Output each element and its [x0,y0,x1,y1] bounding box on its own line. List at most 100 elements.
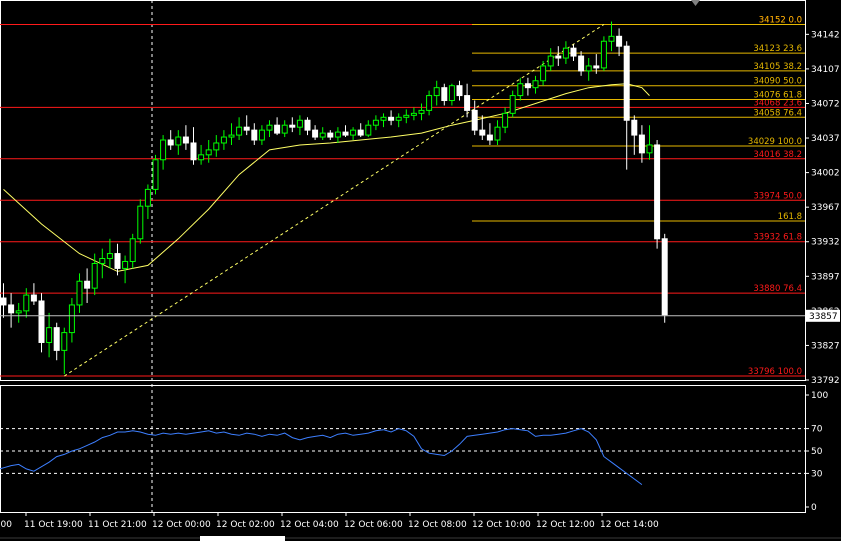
bear-candle [182,125,189,150]
candle-body [433,87,440,97]
candle-body [220,136,227,144]
bull-candle [198,144,205,165]
bull-candle [448,83,455,106]
bull-candle [426,90,433,116]
candle-body [661,238,668,316]
candle-body [289,124,296,128]
time-tick-label: 15:00 [0,520,12,530]
candle-body [144,188,151,207]
bear-candle [471,100,478,136]
bull-candle [160,135,167,170]
bear-candle [441,83,448,106]
candle-body [228,134,235,138]
bull-candle [433,80,440,106]
candle-body [350,129,357,136]
bear-candle [274,117,281,136]
time-tick-label: 12 Oct 12:00 [536,520,595,530]
candle-body [608,35,615,42]
bear-candle [357,123,364,138]
bear-candle [456,80,463,101]
bull-candle [380,113,387,128]
time-tick-label: 11 Oct 19:00 [24,520,83,530]
time-tick-label: 12 Oct 02:00 [216,520,275,530]
candle-body [152,159,159,190]
time-tick-label: 12 Oct 10:00 [472,520,531,530]
candle-body [99,258,106,264]
candle-body [471,109,478,131]
candle-body [585,65,592,72]
candle-body [524,83,531,89]
candle-body [46,327,53,343]
price-axis: 34142 34107 34072 34037 34002 33967 33932 33897… [805,30,840,386]
bull-candle [319,127,326,141]
chart-tab[interactable] [200,536,285,541]
candle-body [578,55,585,72]
bull-candle [175,130,182,155]
candle-body [236,126,243,136]
candle-body [23,294,30,312]
bear-candle [327,130,334,141]
rsi-line [0,428,643,486]
candle-body [464,95,471,111]
bull-candle [410,107,417,121]
bear-candle [53,322,60,361]
bull-candle [540,61,547,86]
scroll-marker-icon[interactable] [691,0,700,6]
bull-candle [68,298,75,343]
candle-body [129,238,136,262]
bull-candle [236,117,243,141]
candle-body [243,126,250,131]
bear-candle [243,115,250,136]
fibonacci-retracement-red[interactable]: 34152 0.034068 23.634016 38.233974 50.03… [0,15,805,377]
bear-candle [30,283,37,305]
bear-candle [342,125,349,138]
price-tick-label: 33827 [811,341,840,351]
candle-body [623,45,630,121]
candle-body [122,260,129,269]
candle-body [38,300,45,343]
candle-body [327,132,334,138]
main-panel-frame [0,0,806,381]
candle-body [0,297,7,306]
bull-candle [418,103,425,121]
fib-red-level-label: 34016 38.2 [753,150,802,160]
bear-candle [388,110,395,126]
time-tick-label: 12 Oct 14:00 [600,520,659,530]
candle-body [410,112,417,116]
candle-body [426,95,433,111]
bear-candle [0,283,7,318]
fib-red-level-label: 33880 76.4 [753,284,802,294]
candle-body [502,112,509,128]
moving-average-polyline [3,83,650,272]
candle-body [479,129,486,136]
bull-candle [646,125,653,160]
rsi-panel-frame [0,385,806,513]
bear-candle [312,125,319,141]
candle-body [441,87,448,102]
bull-candle [334,127,341,143]
bull-candle [46,312,53,358]
bull-candle [281,120,288,138]
time-tick-label: 12 Oct 08:00 [408,520,467,530]
bear-candle [631,115,638,155]
current-price-label: 33857 [809,312,838,322]
candle-body [600,40,607,69]
candle-body [456,85,463,97]
fib-gold-level-label: 34076 61.8 [753,91,802,101]
bull-candle [15,302,22,323]
fib-gold-level-label: 34090 50.0 [753,77,802,87]
candle-body [654,144,661,240]
candle-body [517,83,524,97]
candle-body [342,131,349,136]
price-tick-label: 34072 [811,99,840,109]
candle-body [114,253,121,269]
price-tick-label: 34142 [811,30,840,40]
candle-body [418,109,425,114]
bull-candle [585,58,592,81]
rsi-tick-label: 70 [811,425,823,435]
rsi-tick-label: 100 [811,391,828,401]
fib-red-level-label: 33932 61.8 [753,233,802,243]
current-price-marker: 33857 [0,309,840,322]
candle-body [319,132,326,138]
rsi-tick-label: 30 [811,469,823,479]
